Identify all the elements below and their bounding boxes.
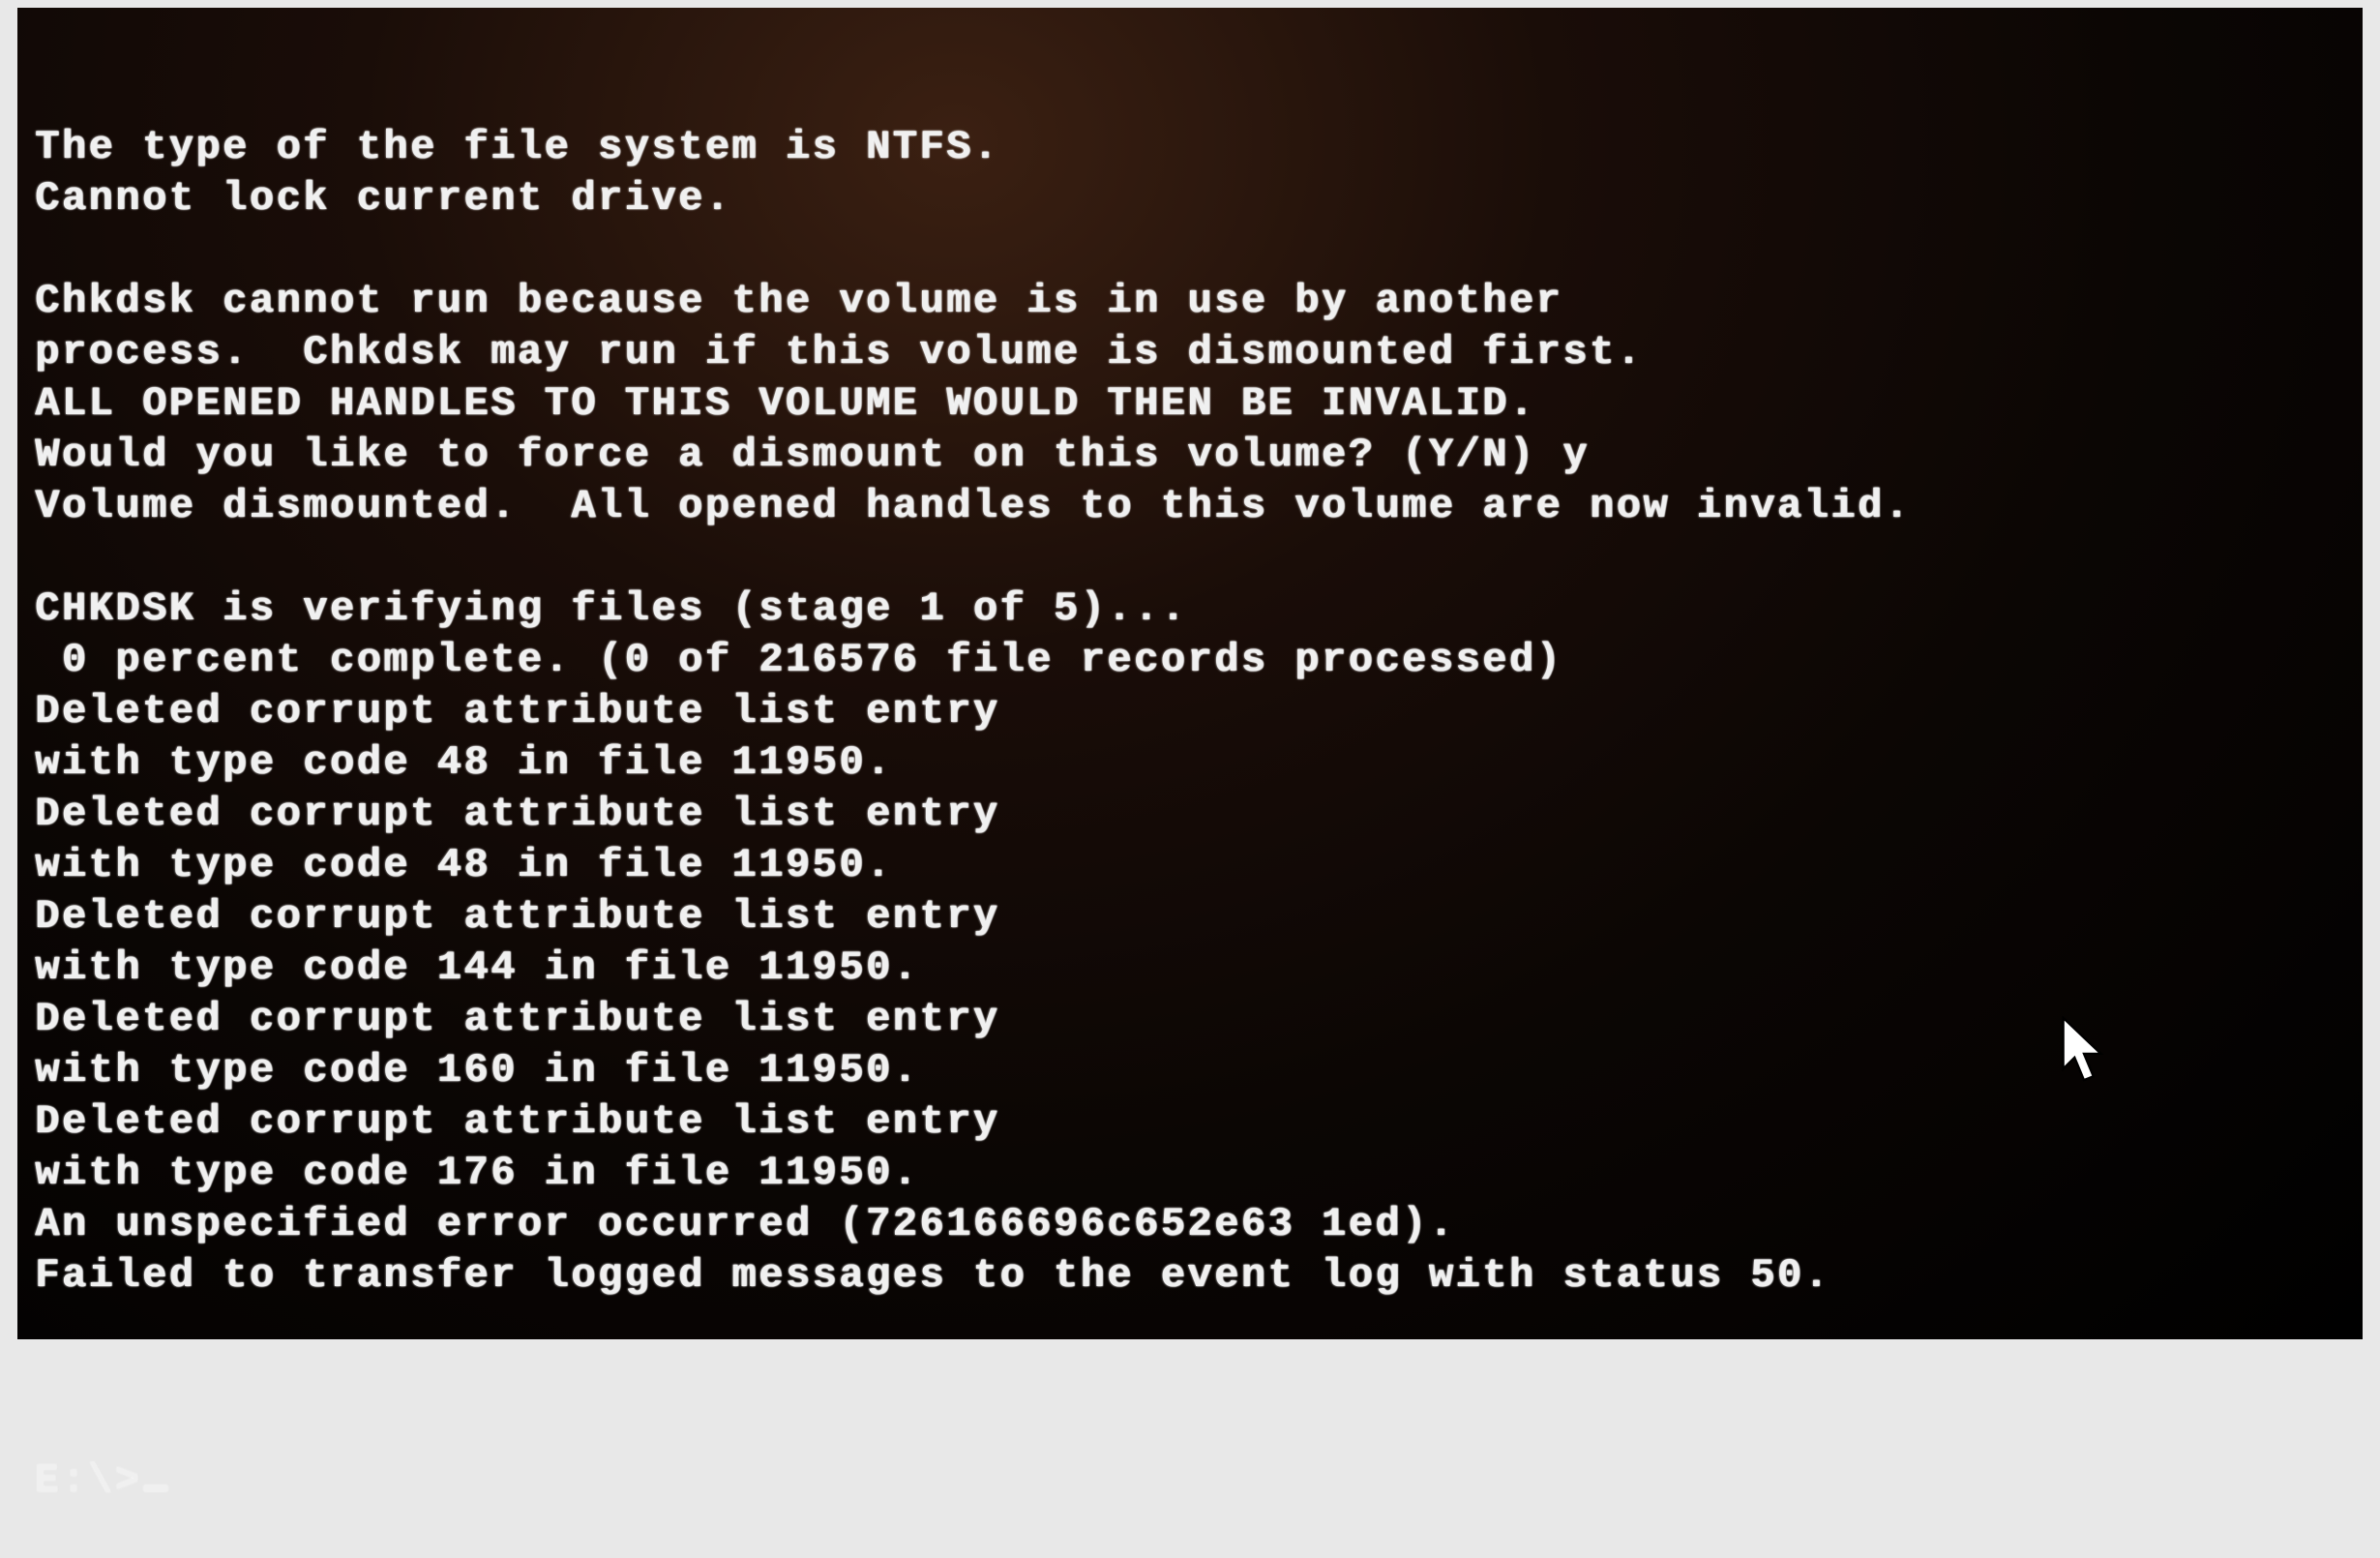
terminal-line: CHKDSK is verifying files (stage 1 of 5)… [35, 584, 2345, 635]
terminal-line: Deleted corrupt attribute list entry [35, 686, 2345, 737]
terminal-line: 0 percent complete. (0 of 216576 file re… [35, 635, 2345, 686]
terminal-line [35, 225, 2345, 276]
terminal-line: Failed to transfer logged messages to th… [35, 1250, 2345, 1302]
terminal-line: An unspecified error occurred (726166696… [35, 1199, 2345, 1250]
terminal-line: with type code 160 in file 11950. [35, 1045, 2345, 1096]
terminal-line: with type code 176 in file 11950. [35, 1148, 2345, 1199]
terminal-line: with type code 48 in file 11950. [35, 737, 2345, 789]
terminal-line: with type code 48 in file 11950. [35, 840, 2345, 891]
terminal-line: Deleted corrupt attribute list entry [35, 1096, 2345, 1148]
terminal-line: Deleted corrupt attribute list entry [35, 994, 2345, 1045]
terminal-output: The type of the file system is NTFS.Cann… [35, 122, 2345, 1353]
terminal-line: Chkdsk cannot run because the volume is … [35, 276, 2345, 327]
terminal-line: ALL OPENED HANDLES TO THIS VOLUME WOULD … [35, 378, 2345, 430]
terminal-line: Volume dismounted. All opened handles to… [35, 481, 2345, 532]
terminal-line: Deleted corrupt attribute list entry [35, 789, 2345, 840]
terminal-line: process. Chkdsk may run if this volume i… [35, 327, 2345, 378]
terminal-line: Would you like to force a dismount on th… [35, 430, 2345, 481]
terminal-line [35, 532, 2345, 584]
prompt-line[interactable]: E:\> [35, 1455, 2345, 1507]
text-cursor [144, 1485, 167, 1491]
prompt-text: E:\> [35, 1455, 142, 1507]
terminal-line: Cannot lock current drive. [35, 173, 2345, 225]
terminal-line: Deleted corrupt attribute list entry [35, 891, 2345, 943]
command-prompt-terminal[interactable]: The type of the file system is NTFS.Cann… [17, 8, 2363, 1339]
terminal-line: The type of the file system is NTFS. [35, 122, 2345, 173]
terminal-line: with type code 144 in file 11950. [35, 943, 2345, 994]
terminal-line [35, 1302, 2345, 1353]
